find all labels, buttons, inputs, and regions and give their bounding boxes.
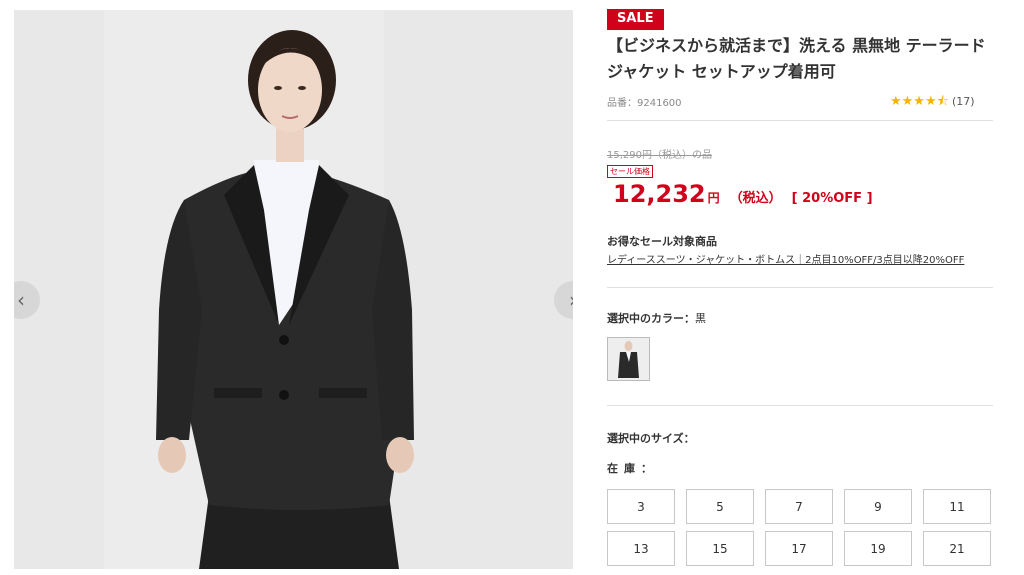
divider <box>607 405 993 406</box>
discount-rate: [ 20%OFF ] <box>791 191 873 206</box>
size-option-19[interactable]: 19 <box>844 531 912 566</box>
product-title: 【ビジネスから就活まで】洗える 黒無地 テーラードジャケット セットアップ着用可 <box>607 36 986 81</box>
product-photo <box>14 10 573 569</box>
campaign-link[interactable]: レディーススーツ・ジャケット・ボトムス｜2点目10%OFF/3点目以降20%OF… <box>607 251 964 266</box>
size-option-3[interactable]: 3 <box>607 489 675 524</box>
size-option-17[interactable]: 17 <box>765 531 833 566</box>
review-count[interactable]: (17) <box>952 95 975 108</box>
size-option-5[interactable]: 5 <box>686 489 754 524</box>
review-rating[interactable]: ★★★★⯪ (17) <box>890 92 975 114</box>
chevron-right-icon: › <box>569 288 573 312</box>
sale-badge: SALE <box>607 9 664 30</box>
product-code: 品番：9241600 <box>607 98 682 109</box>
stock-label: 在庫： <box>607 462 658 475</box>
size-option-21[interactable]: 21 <box>923 531 991 566</box>
size-option-9[interactable]: 9 <box>844 489 912 524</box>
star-rating-icon: ★★★★⯪ <box>890 94 949 109</box>
size-option-7[interactable]: 7 <box>765 489 833 524</box>
size-option-15[interactable]: 15 <box>686 531 754 566</box>
sale-price-label: セール価格 <box>607 165 653 178</box>
color-label: 選択中のカラー：黒 <box>607 312 706 325</box>
size-option-13[interactable]: 13 <box>607 531 675 566</box>
product-image-gallery: ‹ › <box>14 10 573 569</box>
sale-price: 12,232 円 （税込） [ 20%OFF ] <box>613 180 873 208</box>
price-tax: （税込） <box>729 191 782 206</box>
size-option-11[interactable]: 11 <box>923 489 991 524</box>
price-unit: 円 <box>707 191 720 205</box>
divider <box>607 120 993 121</box>
original-price: 15,290円（税込）の品 <box>607 150 712 161</box>
color-swatch-black[interactable] <box>607 337 650 381</box>
divider <box>607 287 993 288</box>
selected-color: 黒 <box>695 312 706 325</box>
chevron-left-icon: ‹ <box>17 288 25 312</box>
campaign-title: お得なセール対象商品 <box>607 235 717 248</box>
size-label: 選択中のサイズ： <box>607 432 695 445</box>
swatch-thumbnail <box>608 338 649 380</box>
price-value: 12,232 <box>613 180 706 208</box>
